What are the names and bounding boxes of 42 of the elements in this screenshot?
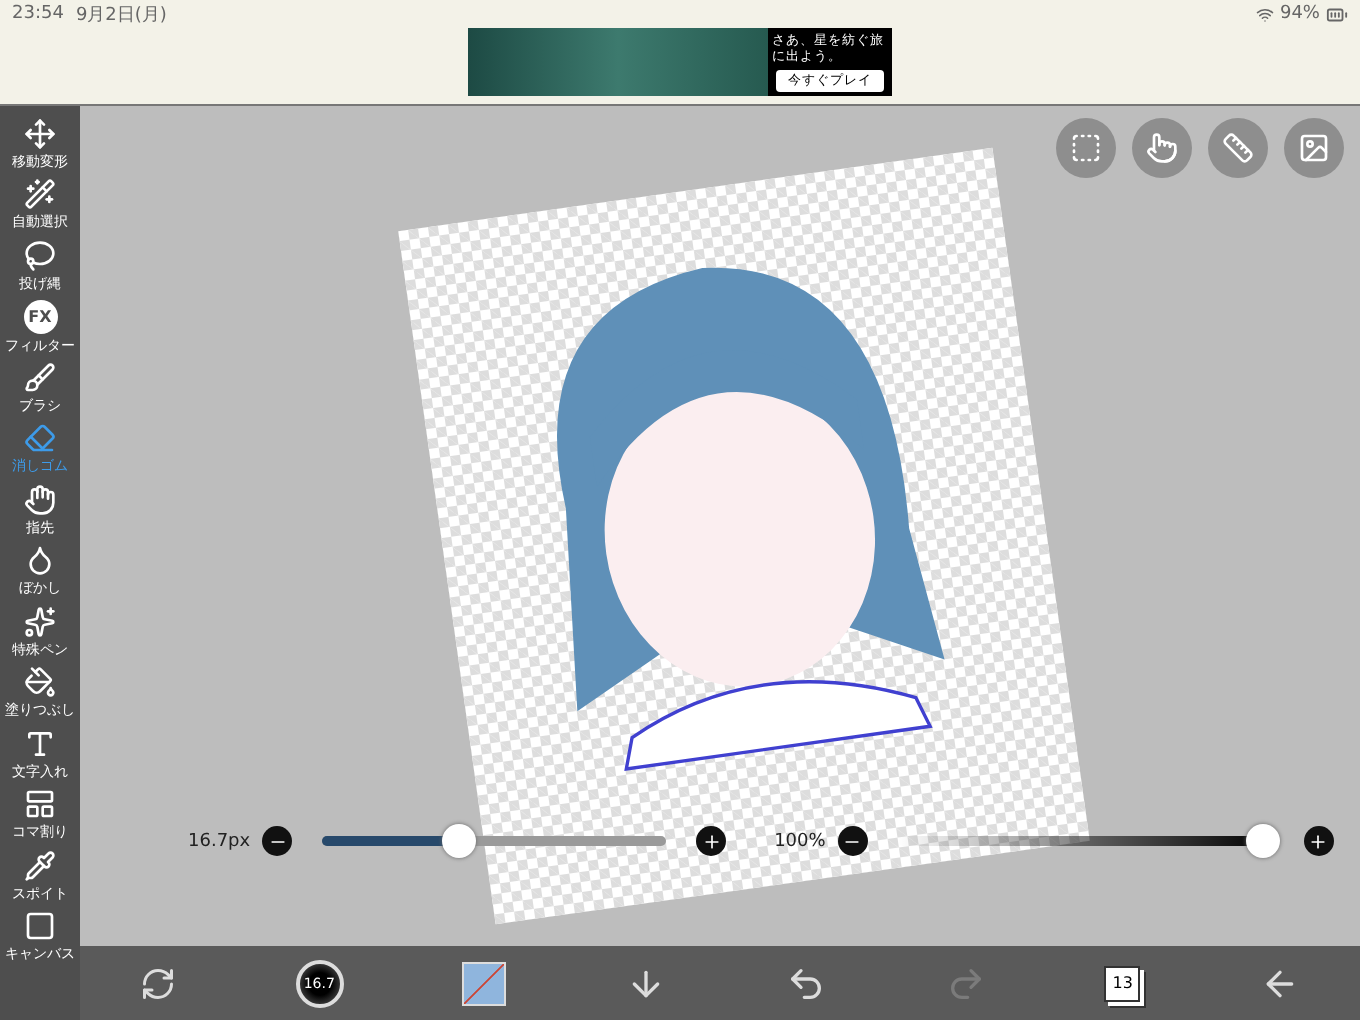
plus-icon [701, 831, 722, 851]
battery-icon [1326, 3, 1348, 25]
status-date: 9月2日(月) [75, 3, 167, 27]
selection-button[interactable] [1056, 118, 1116, 178]
opacity-reading: 100% [774, 831, 826, 851]
wifi-icon [1255, 5, 1274, 23]
droplet-icon [24, 544, 56, 577]
canvas-square-icon [24, 910, 56, 943]
drawing-canvas[interactable]: 16.7px 100% [80, 106, 1360, 946]
image-icon [1298, 132, 1330, 164]
text-tool-icon [24, 727, 56, 760]
touch-button[interactable] [1132, 118, 1192, 178]
brush-icon [24, 361, 56, 394]
ruler-icon [1222, 132, 1254, 164]
opacity-slider-thumb[interactable] [1245, 824, 1280, 858]
dashed-square-icon [1070, 132, 1102, 164]
undo-icon [785, 963, 826, 1003]
undo-button[interactable] [785, 963, 826, 1003]
plus-icon [1308, 831, 1329, 851]
battery-percent: 94% [1279, 4, 1320, 24]
ruler-button[interactable] [1208, 118, 1268, 178]
brush-size-reading: 16.7px [188, 831, 251, 851]
redo-icon [945, 963, 986, 1003]
move-arrows-icon [24, 117, 56, 150]
opacity-plus-button[interactable] [1303, 826, 1334, 856]
panel-grid-icon [24, 788, 56, 821]
lasso-icon [24, 239, 56, 272]
image-button[interactable] [1284, 118, 1344, 178]
color-swatch[interactable] [462, 961, 507, 1005]
paint-bucket-icon [24, 666, 56, 699]
status-time: 23:54 [12, 4, 64, 24]
eyedropper-icon [24, 849, 56, 882]
pointing-hand-icon [1146, 132, 1178, 164]
magic-wand-icon [24, 178, 56, 211]
swap-button[interactable] [139, 965, 176, 1001]
sparkle-pen-icon [24, 605, 56, 638]
eraser-icon [24, 422, 56, 455]
size-slider-thumb[interactable] [442, 824, 477, 858]
swap-arrows-icon [139, 965, 176, 1001]
fx-icon: FX [23, 299, 57, 334]
finger-icon [24, 483, 56, 516]
size-minus-button[interactable] [262, 826, 293, 856]
